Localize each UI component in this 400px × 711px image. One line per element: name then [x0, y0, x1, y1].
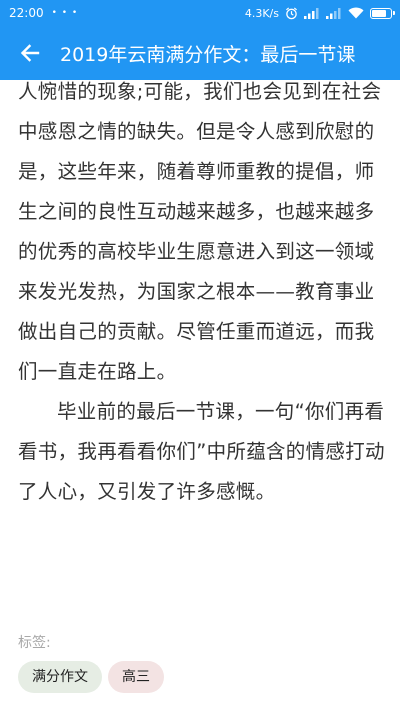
tags-label: 标签: — [18, 635, 51, 651]
app-bar: 2019年云南满分作文：最后一节课 — [0, 26, 400, 80]
article-paragraph: 人惋惜的现象;可能，我们也会见到在社会中感恩之情的缺失。但是令人感到欣慰的是，这… — [18, 80, 382, 383]
article-body: 人惋惜的现象;可能，我们也会见到在社会中感恩之情的缺失。但是令人感到欣慰的是，这… — [18, 80, 390, 512]
arrow-left-icon — [20, 43, 40, 63]
wifi-icon — [348, 7, 364, 19]
tag-list: 满分作文 高三 — [18, 661, 164, 693]
network-speed: 4.3K/s — [244, 6, 279, 20]
tag-chip[interactable]: 高三 — [108, 661, 164, 693]
signal-icon — [304, 7, 320, 19]
tag-chip[interactable]: 满分作文 — [18, 661, 102, 693]
notification-dots: • • • — [51, 8, 79, 18]
status-bar: 22:00 • • • 4.3K/s — [0, 0, 400, 26]
status-time: 22:00 — [9, 6, 44, 20]
back-button[interactable] — [0, 26, 60, 80]
article-paragraph: 毕业前的最后一节课，一句“你们再看看书，我再看看你们”中所蕴含的情感打动了人心，… — [18, 400, 385, 503]
alarm-icon — [285, 6, 298, 20]
battery-icon — [370, 7, 395, 19]
page-title: 2019年云南满分作文：最后一节课 — [60, 43, 356, 66]
article-content[interactable]: 人惋惜的现象;可能，我们也会见到在社会中感恩之情的缺失。但是令人感到欣慰的是，这… — [0, 80, 400, 711]
signal-icon-2 — [326, 7, 342, 19]
